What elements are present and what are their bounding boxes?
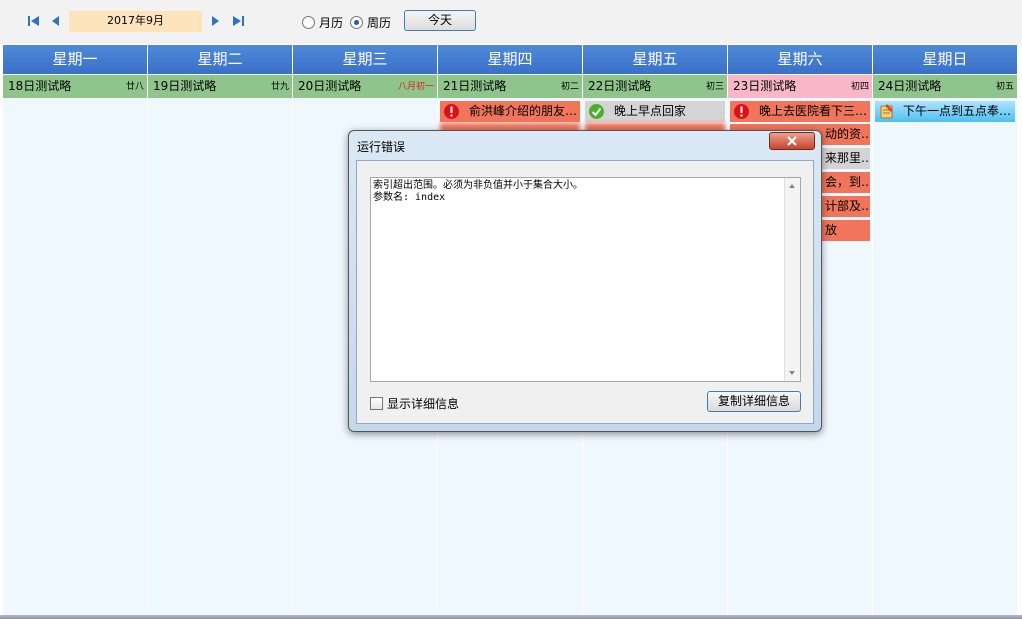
error-icon [734, 104, 749, 119]
weekday-header: 星期一 [3, 45, 147, 74]
view-month-radio[interactable]: 月历 [302, 13, 343, 31]
date-row[interactable]: 22日测试略 初三 [583, 75, 727, 98]
date-row[interactable]: 23日测试略 初四 [728, 75, 872, 98]
check-icon [589, 104, 604, 119]
dialog-title: 运行错误 [357, 140, 406, 154]
day-column-mon[interactable]: 星期一 18日测试略 廿八 [3, 45, 147, 615]
lunar-date: 初四 [850, 82, 869, 92]
view-week-label: 周历 [367, 15, 392, 30]
lunar-date: 初三 [705, 82, 724, 92]
current-month: 2017年9月 [69, 11, 202, 32]
event-item[interactable]: 晚上去医院看下三… [730, 101, 870, 122]
radio-checked-icon [350, 15, 363, 29]
event-text: 计部及… [825, 199, 868, 213]
date-label: 24日测试略 [878, 79, 942, 93]
event-text: 俞洪峰介绍的朋友… [469, 104, 578, 118]
today-button[interactable]: 今天 [404, 10, 476, 31]
weekday-header: 星期四 [438, 45, 582, 74]
view-month-label: 月历 [319, 15, 344, 30]
checkbox-icon [370, 397, 383, 410]
lunar-date: 廿八 [125, 82, 144, 92]
date-label: 22日测试略 [588, 79, 652, 93]
radio-icon [302, 15, 315, 29]
message-scrollbar[interactable] [784, 178, 800, 381]
error-message: 索引超出范围。必须为非负值并小于集合大小。 参数名: index [373, 180, 784, 204]
weekday-header: 星期五 [583, 45, 727, 74]
error-dialog: 运行错误 索引超出范围。必须为非负值并小于集合大小。 参数名: index 显示… [348, 130, 822, 432]
show-details-label: 显示详细信息 [387, 397, 460, 411]
weekday-header: 星期三 [293, 45, 437, 74]
dialog-body: 索引超出范围。必须为非负值并小于集合大小。 参数名: index 显示详细信息 … [356, 160, 814, 424]
lunar-date: 初二 [560, 82, 579, 92]
event-text: 放 [825, 223, 838, 237]
copy-details-button[interactable]: 复制详细信息 [707, 391, 801, 412]
close-icon [787, 136, 797, 146]
date-row[interactable]: 21日测试略 初二 [438, 75, 582, 98]
date-label: 19日测试略 [153, 79, 217, 93]
last-icon[interactable] [231, 13, 245, 29]
next-icon[interactable] [208, 13, 222, 29]
lunar-date: 初五 [995, 82, 1014, 92]
event-item[interactable]: 晚上早点回家 [585, 101, 725, 122]
date-row[interactable]: 24日测试略 初五 [873, 75, 1017, 98]
weekday-header: 星期日 [873, 45, 1017, 74]
weekday-header: 星期二 [148, 45, 292, 74]
date-row[interactable]: 19日测试略 廿九 [148, 75, 292, 98]
date-row[interactable]: 20日测试略 八月初一 [293, 75, 437, 98]
bottom-strip [0, 615, 1022, 619]
event-item[interactable]: 下午一点到五点奉… [875, 101, 1015, 122]
close-button[interactable] [769, 132, 815, 150]
day-column-tue[interactable]: 星期二 19日测试略 廿九 [148, 45, 292, 615]
date-label: 21日测试略 [443, 79, 507, 93]
event-item[interactable]: 俞洪峰介绍的朋友… [440, 101, 580, 122]
scroll-up-icon[interactable] [789, 184, 795, 188]
error-message-box[interactable]: 索引超出范围。必须为非负值并小于集合大小。 参数名: index [370, 177, 801, 382]
event-text: 来那里… [825, 151, 868, 165]
day-column-sun[interactable]: 星期日 24日测试略 初五 下午一点到五点奉… [873, 45, 1017, 615]
event-text: 动的资… [825, 127, 868, 141]
error-icon [444, 104, 459, 119]
first-icon[interactable] [27, 13, 41, 29]
lunar-date: 八月初一 [397, 82, 434, 92]
event-text: 会，到… [825, 175, 868, 189]
event-text: 晚上早点回家 [614, 104, 687, 118]
show-details-checkbox[interactable]: 显示详细信息 [370, 395, 459, 412]
lunar-date: 廿九 [270, 82, 289, 92]
event-text: 晚上去医院看下三… [759, 104, 868, 118]
view-week-radio[interactable]: 周历 [350, 13, 391, 31]
note-icon [880, 104, 893, 119]
date-row[interactable]: 18日测试略 廿八 [3, 75, 147, 98]
toolbar: 2017年9月 月历 周历 今天 [0, 0, 1022, 44]
weekday-header: 星期六 [728, 45, 872, 74]
error-message-line1: 索引超出范围。必须为非负值并小于集合大小。 [373, 180, 583, 191]
date-label: 20日测试略 [298, 79, 362, 93]
event-text: 下午一点到五点奉… [903, 104, 1012, 118]
prev-icon[interactable] [49, 13, 63, 29]
date-label: 18日测试略 [8, 79, 72, 93]
scroll-down-icon[interactable] [789, 371, 795, 375]
error-message-line2: 参数名: index [373, 192, 446, 203]
date-label: 23日测试略 [733, 79, 797, 93]
